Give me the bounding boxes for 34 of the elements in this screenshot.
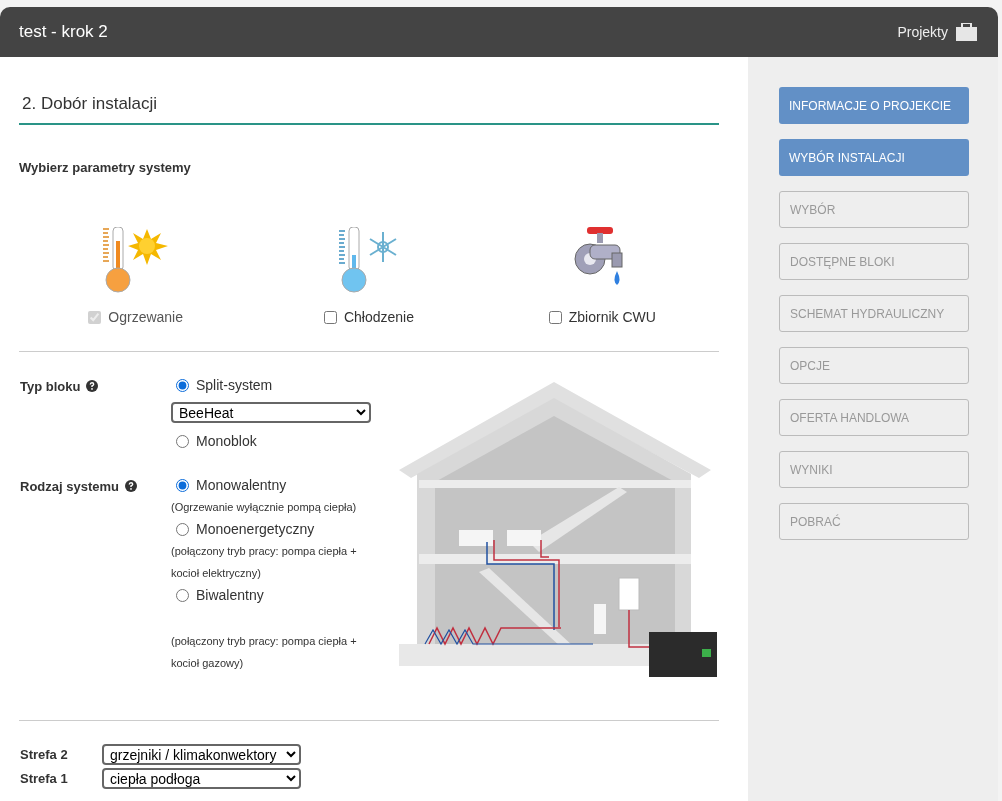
help-icon[interactable] (86, 380, 99, 392)
option-note: (Ogrzewanie wyłącznie pompą ciepła) (171, 500, 357, 515)
option-note: kocioł gazowy) (171, 656, 245, 671)
option-note: (połączony tryb pracy: pompa ciepła + (171, 634, 357, 649)
zone-label: Strefa 1 (19, 769, 69, 788)
zone-dropdown[interactable]: ciepła podłoga (102, 768, 301, 789)
radio-label[interactable]: Monowalentny (196, 474, 287, 496)
radio-label[interactable]: Monoblok (196, 430, 257, 452)
radio-button[interactable] (176, 588, 189, 602)
radio-button[interactable] (176, 434, 189, 448)
page-title: test - krok 2 (19, 21, 108, 44)
radio-button[interactable] (176, 478, 189, 492)
zone-label: Strefa 2 (19, 745, 69, 764)
field-label: Rodzaj systemu (20, 479, 119, 494)
section-subtitle: Wybierz parametry systemy (19, 158, 192, 177)
option-note: (połączony tryb pracy: pompa ciepła + (171, 544, 357, 559)
checkbox[interactable] (548, 311, 562, 324)
field-label: Typ bloku (20, 379, 81, 394)
briefcase-icon (956, 23, 977, 41)
radio-label[interactable]: Monoenergetyczny (196, 518, 315, 540)
radio-button[interactable] (176, 522, 189, 536)
option-note: kocioł elektryczny) (171, 566, 262, 581)
checkbox-label[interactable]: Chłodzenie (343, 307, 414, 328)
radio-button[interactable] (176, 378, 189, 392)
projects-link[interactable]: Projekty (897, 21, 979, 43)
help-icon[interactable] (125, 480, 137, 492)
checkbox-label[interactable]: Zbiornik CWU (568, 307, 656, 328)
radio-label[interactable]: Biwalentny (196, 584, 264, 606)
radio-label[interactable]: Split-system (196, 374, 273, 396)
thermometer-sun-icon (101, 227, 170, 293)
zone-dropdown[interactable]: grzejniki / klimakonwektory (102, 744, 301, 765)
checkbox[interactable] (323, 311, 337, 324)
section-title: 2. Dobór instalacji (22, 94, 158, 113)
unit-dropdown[interactable]: BeeHeat (171, 402, 371, 423)
